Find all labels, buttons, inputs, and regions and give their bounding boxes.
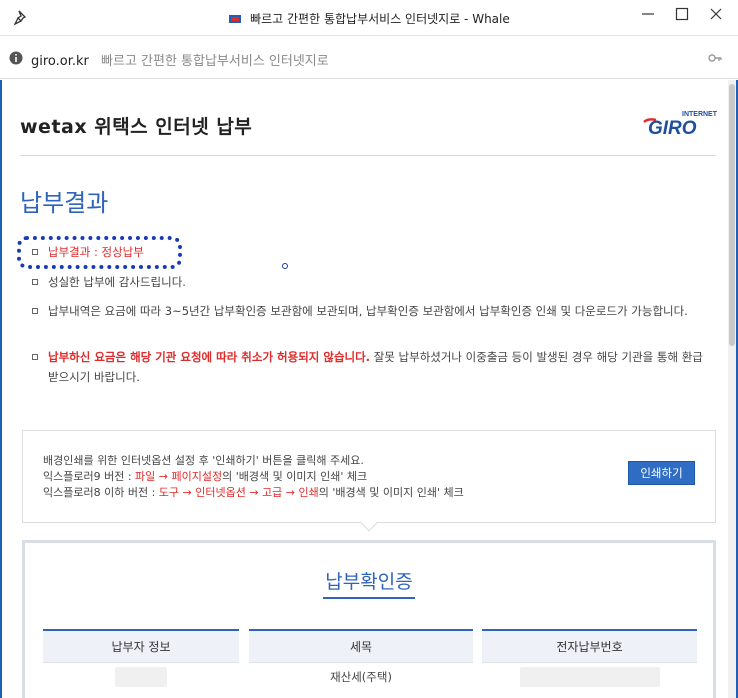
header-divider [20,155,716,156]
tax-item-column: 세목 재산세(주택) [249,629,473,691]
page-content: wetax 위택스 인터넷 납부 INTERNET GIRO 납부결과 납부결과… [0,80,738,698]
redacted-block [520,667,660,687]
scrollbar-thumb[interactable] [729,84,735,346]
logo-main-text: GIRO [648,118,697,136]
ie8-path: 도구 → 인터넷옵션 → 고급 → 인쇄 [158,486,319,499]
refund-warning-text: 납부하신 요금은 해당 기관 요청에 따라 취소가 허용되지 않습니다. 잘못 … [32,347,712,387]
site-title: wetax 위택스 인터넷 납부 [20,116,253,138]
bullet-square-icon [32,354,38,360]
print-guide-line3: 익스플로러8 이하 버전 : 도구 → 인터넷옵션 → 고급 → 인쇄의 '배경… [43,485,464,501]
info-icon[interactable] [9,51,23,65]
url-text[interactable]: giro.or.kr 빠르고 간편한 통합납부서비스 인터넷지로 [31,50,329,69]
minimize-icon[interactable] [638,4,658,24]
column-header-tax-item: 세목 [249,629,473,663]
certificate-title-text: 납부확인증 [323,571,415,599]
ie9-suffix: 의 '배경색 및 이미지 인쇄' 체크 [222,470,368,483]
url-page-title: 빠르고 간편한 통합납부서비스 인터넷지로 [101,54,329,69]
print-button[interactable]: 인쇄하기 [628,461,695,485]
window-title: 빠르고 간편한 통합납부서비스 인터넷지로 - Whale [250,12,510,26]
e-payment-number-cell [482,663,697,691]
column-header-payer: 납부자 정보 [43,629,239,663]
print-guide-line1: 배경인쇄를 위한 인터넷옵션 설정 후 '인쇄하기' 버튼을 클릭해 주세요. [43,454,364,467]
key-icon[interactable] [708,52,722,64]
highlight-annotation [17,236,182,269]
ie8-suffix: 의 '배경색 및 이미지 인쇄' 체크 [318,486,464,499]
storage-info-text: 납부내역은 요금에 따라 3~5년간 납부확인증 보관함에 보관되며, 납부확인… [48,304,688,318]
thanks-item: 성실한 납부에 감사드립니다. [32,272,712,292]
speech-notch [360,514,378,532]
close-icon[interactable] [706,4,726,24]
refund-warning-item: 납부하신 요금은 해당 기관 요청에 따라 취소가 허용되지 않습니다. 잘못 … [32,347,712,387]
refund-warning-red: 납부하신 요금은 해당 기관 요청에 따라 취소가 허용되지 않습니다. [48,350,371,364]
page-heading: 납부결과 [20,189,109,217]
url-domain: giro.or.kr [31,54,89,69]
storage-info-item: 납부내역은 요금에 따라 3~5년간 납부확인증 보관함에 보관되며, 납부확인… [32,301,712,321]
ie9-path: 파일 → 페이지설정 [135,470,223,483]
bullet-square-icon [32,279,38,285]
maximize-icon[interactable] [672,4,692,24]
certificate-panel: 납부확인증 납부자 정보 세목 재산세(주택) 전자납부번호 [22,540,716,698]
scrollbar-track[interactable] [728,80,736,698]
thanks-text: 성실한 납부에 감사드립니다. [48,275,186,289]
logo-small-text: INTERNET [682,111,718,118]
print-guide-line2: 익스플로러9 버전 : 파일 → 페이지설정의 '배경색 및 이미지 인쇄' 체… [43,469,464,485]
payer-info-cell [43,663,239,691]
payer-info-column: 납부자 정보 [43,629,239,691]
ie9-prefix: 익스플로러9 버전 : [43,470,136,483]
giro-logo[interactable]: INTERNET GIRO [642,108,722,136]
print-guide-lines: 배경인쇄를 위한 인터넷옵션 설정 후 '인쇄하기' 버튼을 클릭해 주세요. … [43,453,464,501]
ie8-prefix: 익스플로러8 이하 버전 : [43,486,159,499]
window-titlebar: 빠르고 간편한 통합납부서비스 인터넷지로 - Whale [0,0,738,36]
redacted-block [115,667,167,687]
print-guide-box: 배경인쇄를 위한 인터넷옵션 설정 후 '인쇄하기' 버튼을 클릭해 주세요. … [22,430,716,532]
address-bar[interactable]: giro.or.kr 빠르고 간편한 통합납부서비스 인터넷지로 [0,37,738,79]
column-header-e-payment-number: 전자납부번호 [482,629,697,663]
cursor-marker [282,263,288,269]
window-title-wrap: 빠르고 간편한 통합납부서비스 인터넷지로 - Whale [0,10,738,27]
certificate-title: 납부확인증 [25,567,713,599]
e-payment-number-column: 전자납부번호 [482,629,697,691]
bullet-square-icon [32,308,38,314]
tax-item-cell: 재산세(주택) [330,670,392,684]
giro-favicon-icon [229,15,242,23]
